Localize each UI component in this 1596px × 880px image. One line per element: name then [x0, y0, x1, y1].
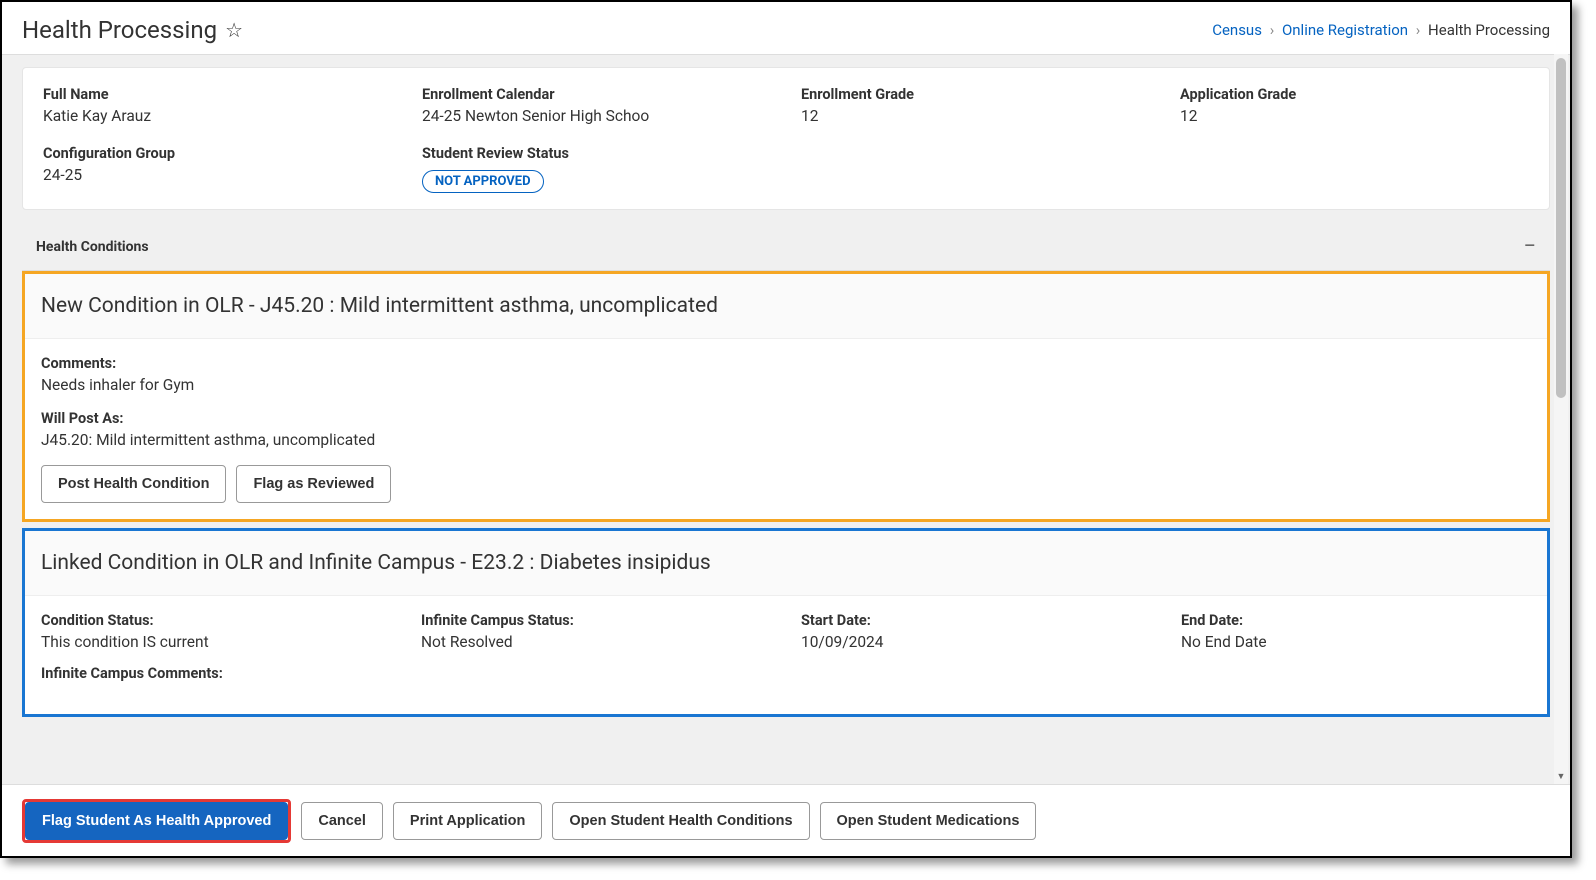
scrollbar-thumb[interactable]	[1556, 58, 1566, 398]
linked-condition-card: Linked Condition in OLR and Infinite Cam…	[22, 528, 1550, 717]
ic-status-value: Not Resolved	[421, 633, 771, 651]
content-area: Full Name Katie Kay Arauz Enrollment Cal…	[2, 55, 1570, 785]
ic-comments-field: Infinite Campus Comments:	[41, 665, 1531, 682]
review-status-label: Student Review Status	[422, 145, 771, 162]
start-date-field: Start Date: 10/09/2024	[801, 612, 1151, 651]
page-title: Health Processing	[22, 16, 217, 44]
application-grade-value: 12	[1180, 107, 1529, 125]
health-conditions-header[interactable]: Health Conditions −	[22, 224, 1550, 271]
full-name-label: Full Name	[43, 86, 392, 103]
config-group-label: Configuration Group	[43, 145, 392, 162]
student-info-card: Full Name Katie Kay Arauz Enrollment Cal…	[22, 67, 1550, 210]
review-status-field: Student Review Status NOT APPROVED	[422, 145, 771, 193]
enrollment-grade-value: 12	[801, 107, 1150, 125]
enrollment-grade-label: Enrollment Grade	[801, 86, 1150, 103]
page-wrapper: Health Processing ☆ Census › Online Regi…	[0, 0, 1572, 858]
application-grade-label: Application Grade	[1180, 86, 1529, 103]
condition-title: New Condition in OLR - J45.20 : Mild int…	[25, 274, 1547, 339]
cancel-button[interactable]: Cancel	[301, 802, 383, 840]
flag-student-approved-button[interactable]: Flag Student As Health Approved	[25, 802, 288, 840]
application-grade-field: Application Grade 12	[1180, 86, 1529, 125]
ic-comments-label: Infinite Campus Comments:	[41, 665, 1531, 682]
highlight-box: Flag Student As Health Approved	[22, 799, 291, 843]
chevron-right-icon: ›	[1416, 21, 1421, 39]
end-date-value: No End Date	[1181, 633, 1531, 651]
full-name-field: Full Name Katie Kay Arauz	[43, 86, 392, 125]
comments-value: Needs inhaler for Gym	[41, 376, 1531, 394]
flag-as-reviewed-button[interactable]: Flag as Reviewed	[236, 465, 391, 503]
will-post-field: Will Post As: J45.20: Mild intermittent …	[41, 410, 1531, 449]
condition-title: Linked Condition in OLR and Infinite Cam…	[25, 531, 1547, 596]
page-title-wrap: Health Processing ☆	[22, 16, 243, 44]
start-date-value: 10/09/2024	[801, 633, 1151, 651]
enrollment-calendar-field: Enrollment Calendar 24-25 Newton Senior …	[422, 86, 771, 125]
section-title: Health Conditions	[36, 239, 149, 255]
post-health-condition-button[interactable]: Post Health Condition	[41, 465, 226, 503]
start-date-label: Start Date:	[801, 612, 1151, 629]
enrollment-calendar-value: 24-25 Newton Senior High Schoo	[422, 107, 771, 125]
status-badge: NOT APPROVED	[422, 170, 544, 193]
condition-status-field: Condition Status: This condition IS curr…	[41, 612, 391, 651]
comments-label: Comments:	[41, 355, 1531, 372]
will-post-value: J45.20: Mild intermittent asthma, uncomp…	[41, 431, 1531, 449]
config-group-value: 24-25	[43, 166, 392, 184]
print-application-button[interactable]: Print Application	[393, 802, 542, 840]
full-name-value: Katie Kay Arauz	[43, 107, 392, 125]
ic-status-label: Infinite Campus Status:	[421, 612, 771, 629]
condition-status-value: This condition IS current	[41, 633, 391, 651]
footer-action-bar: Flag Student As Health Approved Cancel P…	[2, 784, 1570, 856]
breadcrumb-online-registration[interactable]: Online Registration	[1282, 21, 1408, 39]
will-post-label: Will Post As:	[41, 410, 1531, 427]
page-header: Health Processing ☆ Census › Online Regi…	[2, 2, 1570, 55]
scroll-down-arrow-icon[interactable]: ▼	[1554, 770, 1568, 784]
new-condition-card: New Condition in OLR - J45.20 : Mild int…	[22, 271, 1550, 522]
ic-status-field: Infinite Campus Status: Not Resolved	[421, 612, 771, 651]
end-date-label: End Date:	[1181, 612, 1531, 629]
scrollbar[interactable]: ▼	[1554, 54, 1568, 784]
comments-field: Comments: Needs inhaler for Gym	[41, 355, 1531, 394]
breadcrumb: Census › Online Registration › Health Pr…	[1212, 21, 1550, 39]
condition-status-label: Condition Status:	[41, 612, 391, 629]
end-date-field: End Date: No End Date	[1181, 612, 1531, 651]
minus-icon[interactable]: −	[1523, 236, 1536, 258]
enrollment-calendar-label: Enrollment Calendar	[422, 86, 771, 103]
open-medications-button[interactable]: Open Student Medications	[820, 802, 1037, 840]
config-group-field: Configuration Group 24-25	[43, 145, 392, 193]
chevron-right-icon: ›	[1270, 21, 1275, 39]
favorite-star-icon[interactable]: ☆	[225, 18, 243, 42]
breadcrumb-census[interactable]: Census	[1212, 21, 1262, 39]
open-health-conditions-button[interactable]: Open Student Health Conditions	[552, 802, 809, 840]
enrollment-grade-field: Enrollment Grade 12	[801, 86, 1150, 125]
breadcrumb-current: Health Processing	[1428, 21, 1550, 39]
